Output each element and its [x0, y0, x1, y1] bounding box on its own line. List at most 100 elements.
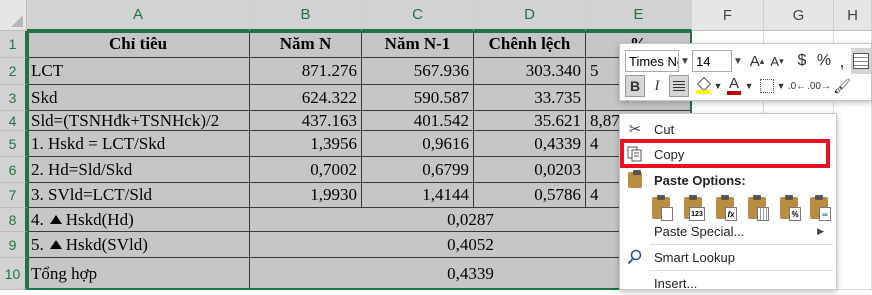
cell-a7[interactable]: 3. SVld=LCT/Sld — [27, 183, 250, 208]
cell-a8[interactable]: 4. Hskd(Hd) — [27, 208, 250, 232]
cell-a6[interactable]: 2. Hd=Sld/Skd — [27, 157, 250, 183]
menu-item-paste-special-label: Paste Special... — [654, 223, 745, 239]
row-header-1[interactable]: 1 — [0, 31, 27, 58]
cell-d5[interactable]: 0,4339 — [474, 131, 586, 157]
cell-d4[interactable]: 35.621 — [474, 111, 586, 131]
column-header-e[interactable]: E — [586, 0, 692, 31]
cell-d6[interactable]: 0,0203 — [474, 157, 586, 183]
row-9-label: Hskd(SVld) — [65, 234, 148, 254]
increase-decimal-icon[interactable]: .0← — [788, 75, 806, 97]
paste-formatting-button[interactable]: % — [776, 194, 802, 222]
delta-triangle-icon — [49, 214, 62, 224]
increase-font-icon[interactable]: A ▴ — [748, 50, 766, 72]
column-header-h[interactable]: H — [834, 0, 872, 31]
cell-b1[interactable]: Năm N — [250, 31, 362, 58]
menu-item-cut[interactable]: ✂ Cut — [620, 117, 836, 141]
cell-c7[interactable]: 1,4144 — [362, 183, 474, 208]
cell-b7[interactable]: 1,9930 — [250, 183, 362, 208]
cell-d2[interactable]: 303.340 — [474, 58, 586, 85]
column-header-a[interactable]: A — [27, 0, 250, 31]
cell-c3[interactable]: 590.587 — [362, 85, 474, 111]
decrease-font-icon[interactable]: A ▾ — [768, 50, 786, 72]
menu-item-smart-lookup-label: Smart Lookup — [654, 249, 735, 265]
paste-transpose-icon — [748, 195, 769, 221]
mini-toolbar: Times Ne ▼ 14 ▼ A ▴ A ▾ $ % , B I ▼ A ▼ ▼ … — [619, 43, 872, 101]
cell-b4[interactable]: 437.163 — [250, 111, 362, 131]
cell-a3[interactable]: Skd — [27, 85, 250, 111]
cell-c2[interactable]: 567.936 — [362, 58, 474, 85]
fill-color-dropdown-icon[interactable]: ▼ — [713, 75, 723, 97]
comma-style-icon[interactable]: , — [836, 50, 848, 72]
cell-a1[interactable]: Chỉ tiêu — [27, 31, 250, 58]
borders-icon[interactable] — [758, 75, 776, 97]
bold-button[interactable]: B — [625, 75, 645, 97]
paste-button[interactable] — [648, 194, 674, 222]
percent-style-icon[interactable]: % — [815, 50, 833, 72]
menu-item-paste-special[interactable]: Paste Special... ▶ — [620, 219, 836, 243]
cell-a10[interactable]: Tổng hợp — [27, 258, 250, 290]
font-size-dropdown-icon[interactable]: ▼ — [732, 50, 744, 72]
cell-c5[interactable]: 0,9616 — [362, 131, 474, 157]
context-menu: ✂ Cut Copy Paste Options: 123 fx % ∞ Pas… — [619, 113, 837, 291]
paste-formulas-icon: fx — [716, 195, 737, 221]
font-name-dropdown-icon[interactable]: ▼ — [679, 50, 691, 72]
borders-dropdown-icon[interactable]: ▼ — [776, 75, 786, 97]
row-header-4[interactable]: 4 — [0, 111, 27, 131]
column-header-b[interactable]: B — [250, 0, 362, 31]
cell-c1[interactable]: Năm N-1 — [362, 31, 474, 58]
row-header-10[interactable]: 10 — [0, 258, 27, 290]
row-header-2[interactable]: 2 — [0, 58, 27, 85]
italic-button[interactable]: I — [648, 75, 666, 97]
align-center-icon[interactable] — [669, 75, 689, 97]
font-name-box[interactable]: Times Ne — [625, 50, 679, 72]
cell-a9[interactable]: 5. Hskd(SVld) — [27, 232, 250, 258]
row-header-7[interactable]: 7 — [0, 183, 27, 208]
menu-item-copy-label: Copy — [654, 146, 685, 162]
cell-a2[interactable]: LCT — [27, 58, 250, 85]
smart-lookup-icon — [626, 248, 644, 266]
cell-d1[interactable]: Chênh lệch — [474, 31, 586, 58]
paste-transpose-button[interactable] — [744, 194, 770, 222]
font-size-box[interactable]: 14 — [692, 50, 732, 72]
cell-a5[interactable]: 1. Hskd = LCT/Skd — [27, 131, 250, 157]
row-9-index: 5. — [31, 234, 44, 254]
paste-options-label: Paste Options: — [654, 172, 746, 188]
row-header-9[interactable]: 9 — [0, 232, 27, 258]
menu-item-insert[interactable]: Insert... — [620, 271, 836, 295]
decrease-decimal-icon[interactable]: .00→ — [807, 75, 831, 97]
font-color-icon[interactable]: A — [725, 75, 743, 97]
format-table-icon[interactable] — [851, 48, 871, 74]
paste-formulas-button[interactable]: fx — [712, 194, 738, 222]
paste-icon — [626, 170, 644, 189]
row-header-6[interactable]: 6 — [0, 157, 27, 183]
column-header-g[interactable]: G — [764, 0, 834, 31]
font-color-letter: A — [728, 75, 739, 92]
menu-item-smart-lookup[interactable]: Smart Lookup — [620, 245, 836, 269]
row-header-3[interactable]: 3 — [0, 85, 27, 111]
cell-d7[interactable]: 0,5786 — [474, 183, 586, 208]
cell-c4[interactable]: 401.542 — [362, 111, 474, 131]
cell-d3[interactable]: 33.735 — [474, 85, 586, 111]
paste-values-button[interactable]: 123 — [680, 194, 706, 222]
column-header-c[interactable]: C — [362, 0, 474, 31]
row-header-5[interactable]: 5 — [0, 131, 27, 157]
paste-link-button[interactable]: ∞ — [806, 194, 832, 222]
row-header-8[interactable]: 8 — [0, 208, 27, 232]
cell-a4[interactable]: Sld=(TSNHđk+TSNHck)/2 — [27, 111, 250, 131]
cell-b5[interactable]: 1,3956 — [250, 131, 362, 157]
select-all-corner[interactable] — [0, 0, 27, 31]
menu-item-cut-label: Cut — [654, 121, 675, 137]
paste-formatting-icon: % — [780, 195, 801, 221]
fill-color-icon[interactable] — [693, 75, 713, 97]
column-header-d[interactable]: D — [474, 0, 586, 31]
cell-b2[interactable]: 871.276 — [250, 58, 362, 85]
cell-b6[interactable]: 0,7002 — [250, 157, 362, 183]
format-painter-icon[interactable]: 🖌 — [833, 75, 851, 97]
column-header-f[interactable]: F — [692, 0, 764, 31]
menu-item-insert-label: Insert... — [654, 275, 698, 291]
accounting-format-icon[interactable]: $ — [792, 50, 812, 72]
font-color-dropdown-icon[interactable]: ▼ — [744, 75, 754, 97]
menu-item-copy[interactable]: Copy — [620, 142, 836, 166]
cell-b3[interactable]: 624.322 — [250, 85, 362, 111]
cell-c6[interactable]: 0,6799 — [362, 157, 474, 183]
